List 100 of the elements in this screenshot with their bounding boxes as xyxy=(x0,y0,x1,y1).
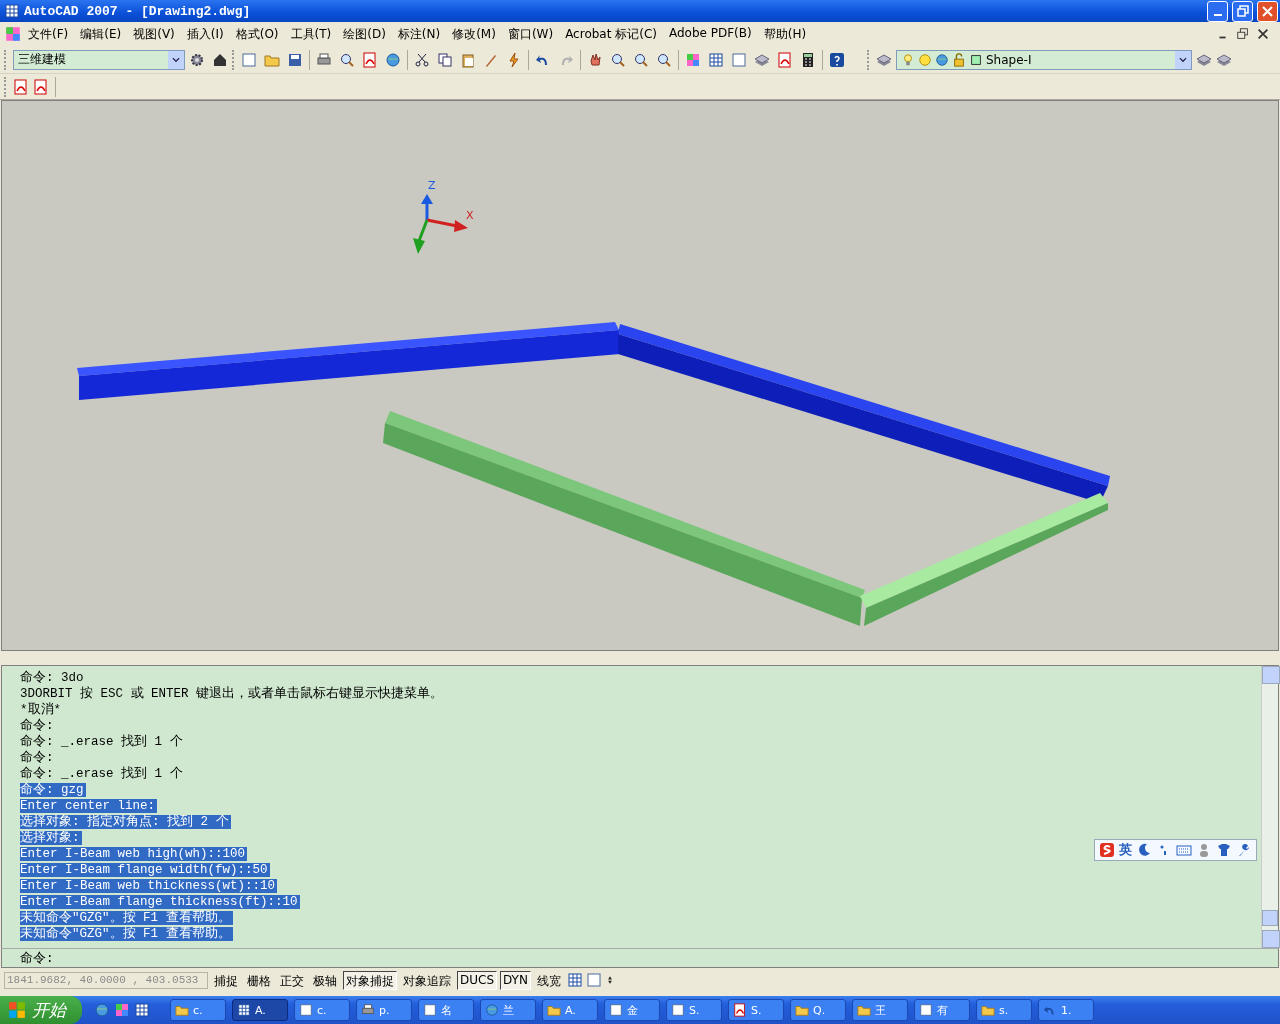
menu-item[interactable]: 绘图(D) xyxy=(337,23,392,45)
grid-icon[interactable] xyxy=(708,51,724,68)
restore-button[interactable] xyxy=(1232,0,1253,22)
menu-item[interactable]: Adobe PDF(B) xyxy=(662,23,758,45)
command-line-text: *取消* xyxy=(20,703,62,717)
printer-icon[interactable] xyxy=(316,51,332,68)
paste-icon[interactable] xyxy=(460,51,476,68)
coordinates-readout: 1841.9682, 40.0000 , 403.0533 xyxy=(4,971,208,989)
close-icon xyxy=(1262,5,1273,17)
taskbar-button[interactable]: A. xyxy=(232,999,288,1021)
app-menu-icon[interactable] xyxy=(4,25,22,43)
zoom-icon[interactable] xyxy=(633,51,649,68)
logo-s-icon[interactable] xyxy=(1099,842,1115,858)
hand-icon[interactable] xyxy=(587,51,603,68)
taskbar-button[interactable]: 名 xyxy=(418,999,474,1021)
taskbar-button[interactable]: c. xyxy=(294,999,350,1021)
taskbar-button[interactable]: S. xyxy=(728,999,784,1021)
command-line-text: 3DORBIT 按 ESC 或 ENTER 键退出，或者单击鼠标右键显示快捷菜单。 xyxy=(20,687,445,701)
copy-icon[interactable] xyxy=(437,51,453,68)
command-line-text: Enter I-Beam flange thickness(ft)::10 xyxy=(20,895,300,909)
command-line-text: 未知命令"GZG"。按 F1 查看帮助。 xyxy=(20,927,233,941)
axis-label: X xyxy=(466,209,474,222)
input-mode-label[interactable]: 英 xyxy=(1119,841,1132,859)
taskbar-button[interactable]: 金 xyxy=(604,999,660,1021)
command-line-text: 命令: xyxy=(20,751,55,765)
menu-item[interactable]: 窗口(W) xyxy=(501,23,560,45)
restore-icon[interactable] xyxy=(1236,27,1250,41)
zoom-icon[interactable] xyxy=(656,51,672,68)
command-line-text: 命令: 3do xyxy=(20,671,85,685)
command-line-text: 选择对象: xyxy=(20,831,82,845)
cut-icon[interactable] xyxy=(414,51,430,68)
command-line-text: 命令: _.erase 找到 1 个 xyxy=(20,735,184,749)
lightning-icon[interactable] xyxy=(506,51,522,68)
taskbar-button[interactable]: s. xyxy=(976,999,1032,1021)
lock-icon xyxy=(952,52,966,67)
start-button[interactable]: 开始 xyxy=(0,996,82,1024)
command-line-text: Enter center line: xyxy=(20,799,158,813)
command-line-text: Enter I-Beam web high(wh)::100 xyxy=(20,847,248,861)
pdf-icon[interactable] xyxy=(13,78,29,95)
calculator-icon[interactable] xyxy=(800,51,816,68)
help-icon[interactable] xyxy=(829,51,845,68)
menu-item[interactable]: 视图(V) xyxy=(127,23,181,45)
minimize-button[interactable] xyxy=(1207,0,1228,22)
status-toggle[interactable]: DYN xyxy=(500,970,531,990)
menu-item[interactable]: Acrobat 标记(C) xyxy=(559,23,663,45)
taskbar-button[interactable]: 王 xyxy=(852,999,908,1021)
restore-icon xyxy=(1236,5,1249,17)
minimize-icon xyxy=(1213,14,1222,16)
status-toggle[interactable]: DUCS xyxy=(457,970,498,990)
taskbar-button[interactable]: 1. xyxy=(1038,999,1094,1021)
taskbar-button[interactable]: A. xyxy=(542,999,598,1021)
command-line-text: 命令: xyxy=(20,719,55,733)
sun-icon xyxy=(918,52,932,67)
taskbar-button[interactable]: c. xyxy=(170,999,226,1021)
axis-label: Z xyxy=(428,179,436,192)
windows-flag-icon xyxy=(8,1001,26,1019)
moon-icon[interactable] xyxy=(1136,842,1152,858)
document-icon[interactable] xyxy=(777,51,793,68)
status-toggle[interactable]: 对象捕捉 xyxy=(343,970,397,990)
close-button[interactable] xyxy=(1257,0,1278,22)
document-icon[interactable] xyxy=(362,51,378,68)
layer-dropdown[interactable]: Shape-I xyxy=(896,49,1192,70)
menu-item[interactable]: 修改(M) xyxy=(446,23,502,45)
menu-item[interactable]: 文件(F) xyxy=(22,23,75,45)
close-icon[interactable] xyxy=(1256,27,1270,41)
menu-item[interactable]: 工具(T) xyxy=(284,23,338,45)
menu-item[interactable]: 插入(I) xyxy=(180,23,230,45)
command-line-text: 命令: gzg xyxy=(20,783,86,797)
menu-item[interactable]: 标注(N) xyxy=(391,23,447,45)
window-title: AutoCAD 2007 - [Drawing2.dwg] xyxy=(24,3,252,19)
taskbar-button[interactable]: 兰 xyxy=(480,999,536,1021)
ucs-axes-icon xyxy=(413,194,468,254)
taskbar-button[interactable]: 有 xyxy=(914,999,970,1021)
command-line-text: Enter I-Beam flange width(fw)::50 xyxy=(20,863,270,877)
taskbar-button[interactable]: p. xyxy=(356,999,412,1021)
house-icon[interactable] xyxy=(212,51,228,68)
magnifier-icon[interactable] xyxy=(339,51,355,68)
bulb-icon xyxy=(901,52,915,67)
workspace-dropdown[interactable]: 三维建模 xyxy=(13,49,185,70)
menu-item[interactable]: 帮助(H) xyxy=(757,23,813,45)
gear-icon[interactable] xyxy=(189,51,205,68)
browser-icon[interactable] xyxy=(94,1002,110,1018)
pdf-icon[interactable] xyxy=(33,78,49,95)
layer-color-icon xyxy=(969,52,983,67)
palette-icon[interactable] xyxy=(685,51,701,68)
taskbar-button[interactable]: Q. xyxy=(790,999,846,1021)
menu-item[interactable]: 格式(O) xyxy=(229,23,285,45)
save-icon[interactable] xyxy=(287,51,303,68)
command-line-text: 命令: _.erase 找到 1 个 xyxy=(20,767,184,781)
command-line-text: Enter I-Beam web thickness(wt)::10 xyxy=(20,879,278,893)
zoom-icon[interactable] xyxy=(610,51,626,68)
command-line-text: 选择对象: 指定对角点: 找到 2 个 xyxy=(20,815,231,829)
menu-item[interactable]: 编辑(E) xyxy=(74,23,128,45)
shirt-icon[interactable] xyxy=(1216,842,1232,858)
command-input[interactable]: 命令: xyxy=(1,948,1279,968)
globe-icon[interactable] xyxy=(385,51,401,68)
taskbar-button[interactable]: S. xyxy=(666,999,722,1021)
scrollbar[interactable] xyxy=(1261,666,1278,948)
globe-icon xyxy=(935,52,949,67)
command-line-text: 未知命令"GZG"。按 F1 查看帮助。 xyxy=(20,911,233,925)
